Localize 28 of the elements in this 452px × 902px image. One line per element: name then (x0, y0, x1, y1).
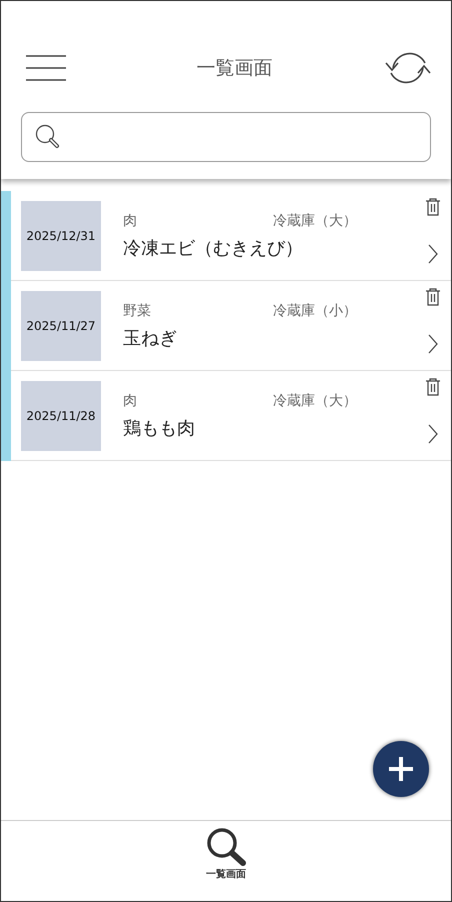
trash-icon[interactable] (425, 198, 441, 216)
trash-icon[interactable] (425, 378, 441, 396)
expiry-date: 2025/12/31 (21, 200, 101, 270)
plus-icon (388, 756, 414, 782)
add-button[interactable] (373, 741, 429, 797)
food-name: 冷凍エビ（むきえび） (123, 236, 304, 260)
search-icon (34, 123, 62, 151)
category-label: 肉 (123, 392, 138, 410)
expiry-date: 2025/11/28 (21, 380, 101, 450)
chevron-right-icon[interactable] (428, 244, 438, 264)
search-field[interactable] (21, 112, 431, 162)
storage-location: 冷蔵庫（小） (273, 302, 357, 320)
expiry-date: 2025/11/27 (21, 290, 101, 360)
chevron-right-icon[interactable] (428, 424, 438, 444)
storage-location: 冷蔵庫（大） (273, 392, 357, 410)
food-list-item[interactable]: 2025/11/27 野菜 冷蔵庫（小） 玉ねぎ (11, 281, 451, 371)
screen-title: 一覧画面 (196, 56, 272, 81)
trash-icon[interactable] (425, 288, 441, 306)
menu-icon[interactable] (26, 54, 66, 82)
storage-location: 冷蔵庫（大） (273, 212, 357, 230)
nav-tab[interactable]: 一覧画面 (204, 821, 248, 901)
food-name: 鶏もも肉 (123, 416, 196, 440)
category-label: 野菜 (123, 302, 152, 320)
food-list-item[interactable]: 2025/11/28 肉 冷蔵庫（大） 鶏もも肉 (11, 371, 451, 461)
food-name: 玉ねぎ (123, 326, 178, 350)
category-label: 肉 (123, 212, 138, 230)
food-list-item[interactable]: 2025/12/31 肉 冷蔵庫（大） 冷凍エビ（むきえび） (11, 191, 451, 281)
chevron-right-icon[interactable] (428, 334, 438, 354)
